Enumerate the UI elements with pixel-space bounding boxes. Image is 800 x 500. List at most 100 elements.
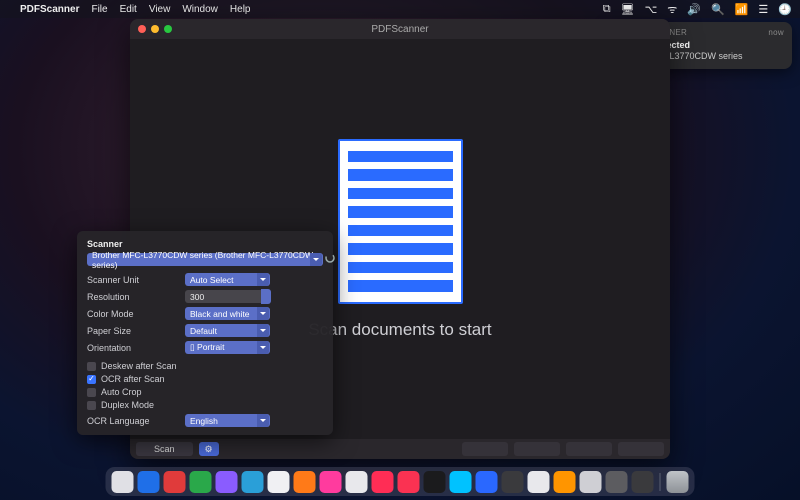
settings-row: Orientation ▯ Portrait — [87, 341, 323, 354]
ocr-language-label: OCR Language — [87, 416, 179, 426]
chevron-down-icon — [257, 273, 269, 286]
dock-app-icon[interactable] — [528, 471, 550, 493]
checkbox[interactable] — [87, 401, 96, 410]
chevron-down-icon — [257, 414, 269, 427]
bottom-toolbar: Scan ⚙ — [130, 439, 670, 459]
checkbox-row[interactable]: ✓ OCR after Scan — [87, 374, 323, 384]
checkbox-row[interactable]: Auto Crop — [87, 387, 323, 397]
menu-window[interactable]: Window — [182, 4, 218, 15]
settings-row: Paper SizeDefault — [87, 324, 323, 337]
sound-icon[interactable]: 🔊 — [687, 3, 701, 16]
dock-app-icon[interactable] — [164, 471, 186, 493]
resolution-field[interactable]: 300 — [185, 290, 270, 303]
dock — [106, 467, 695, 496]
menubar-app[interactable]: PDFScanner — [20, 4, 79, 15]
notification-time: now — [768, 28, 784, 38]
select-value: Default — [190, 326, 217, 336]
select-value: Black and white — [190, 309, 250, 319]
toolbar-disabled-button — [462, 442, 508, 456]
dock-app-icon[interactable] — [112, 471, 134, 493]
close-icon[interactable] — [138, 25, 146, 33]
dock-app-icon[interactable] — [294, 471, 316, 493]
settings-label: Orientation — [87, 343, 179, 353]
titlebar[interactable]: PDFScanner — [130, 19, 670, 39]
menu-view[interactable]: View — [149, 4, 171, 15]
dock-app-icon[interactable] — [554, 471, 576, 493]
scanner-device-value: Brother MFC-L3770CDW series (Brother MFC… — [92, 250, 318, 270]
checkbox-label: Duplex Mode — [101, 400, 154, 410]
checkbox-label: Auto Crop — [101, 387, 142, 397]
settings-button[interactable]: ⚙ — [199, 442, 219, 456]
dock-app-icon[interactable] — [320, 471, 342, 493]
dock-app-icon[interactable] — [216, 471, 238, 493]
dock-app-icon[interactable] — [190, 471, 212, 493]
settings-label: Resolution — [87, 292, 179, 302]
dock-app-icon[interactable] — [450, 471, 472, 493]
notifications-icon[interactable]: ☰ — [758, 3, 768, 16]
stage-manager-icon[interactable]: ⧉ — [603, 3, 611, 16]
window-title: PDFScanner — [130, 24, 670, 35]
checkbox-label: Deskew after Scan — [101, 361, 177, 371]
select-value: ▯ Portrait — [190, 342, 224, 353]
settings-row: Color Mode Black and white — [87, 307, 323, 320]
chevron-down-icon — [257, 341, 269, 354]
wifi-icon[interactable]: ᯤ — [667, 2, 677, 17]
scanner-settings-popover: Scanner Brother MFC-L3770CDW series (Bro… — [77, 231, 333, 435]
checkbox-label: OCR after Scan — [101, 374, 165, 384]
empty-state-text: Scan documents to start — [308, 320, 491, 340]
dock-app-icon[interactable] — [606, 471, 628, 493]
dock-separator — [660, 473, 661, 491]
menu-file[interactable]: File — [91, 4, 107, 15]
chevron-down-icon — [257, 324, 269, 337]
zoom-icon[interactable] — [164, 25, 172, 33]
minimize-icon[interactable] — [151, 25, 159, 33]
settings-label: Scanner Unit — [87, 275, 179, 285]
settings-row: Resolution 300 — [87, 290, 323, 303]
checkbox[interactable] — [87, 388, 96, 397]
color-mode-select[interactable]: Black and white — [185, 307, 270, 320]
scan-button[interactable]: Scan — [136, 442, 193, 456]
mac-menubar: PDFScanner File Edit View Window Help ⧉ … — [0, 0, 800, 18]
checkbox[interactable]: ✓ — [87, 375, 96, 384]
dock-app-icon[interactable] — [138, 471, 160, 493]
toolbar-disabled-button — [514, 442, 560, 456]
dock-app-icon[interactable] — [268, 471, 290, 493]
settings-label: Color Mode — [87, 309, 179, 319]
dock-app-icon[interactable] — [242, 471, 264, 493]
display-icon[interactable]: 🖥 — [621, 3, 635, 16]
battery-icon[interactable]: 📶 — [735, 3, 749, 16]
checkbox-row[interactable]: Deskew after Scan — [87, 361, 323, 371]
dock-app-icon[interactable] — [632, 471, 654, 493]
dock-app-icon[interactable] — [580, 471, 602, 493]
ocr-language-select[interactable]: English — [185, 414, 270, 427]
select-value: Auto Select — [190, 275, 233, 285]
document-placeholder-icon — [338, 139, 463, 304]
menu-edit[interactable]: Edit — [120, 4, 137, 15]
spotlight-icon[interactable]: 🔍 — [711, 3, 725, 16]
scanner-unit-select[interactable]: Auto Select — [185, 273, 270, 286]
paper-size-select[interactable]: Default — [185, 324, 270, 337]
settings-row: Scanner Unit Auto Select — [87, 273, 323, 286]
trash-icon[interactable] — [667, 471, 689, 493]
menu-help[interactable]: Help — [230, 4, 251, 15]
stepper-icon[interactable] — [261, 289, 271, 304]
checkbox[interactable] — [87, 362, 96, 371]
dock-app-icon[interactable] — [424, 471, 446, 493]
dock-app-icon[interactable] — [398, 471, 420, 493]
dock-app-icon[interactable] — [476, 471, 498, 493]
scanner-device-select[interactable]: Brother MFC-L3770CDW series (Brother MFC… — [87, 253, 323, 266]
clock-icon[interactable]: 🕘 — [778, 3, 792, 16]
toolbar-disabled-button — [566, 442, 612, 456]
checkbox-row[interactable]: Duplex Mode — [87, 400, 323, 410]
popover-heading: Scanner — [87, 239, 323, 249]
chevron-down-icon — [257, 307, 269, 320]
dock-app-icon[interactable] — [372, 471, 394, 493]
ocr-language-value: English — [190, 416, 218, 426]
control-center-icon[interactable]: ⌥ — [645, 3, 658, 16]
chevron-down-icon — [310, 253, 322, 266]
toolbar-disabled-button — [618, 442, 664, 456]
dock-app-icon[interactable] — [346, 471, 368, 493]
dock-app-icon[interactable] — [502, 471, 524, 493]
orientation-select[interactable]: ▯ Portrait — [185, 341, 270, 354]
spinner-icon — [325, 253, 335, 265]
